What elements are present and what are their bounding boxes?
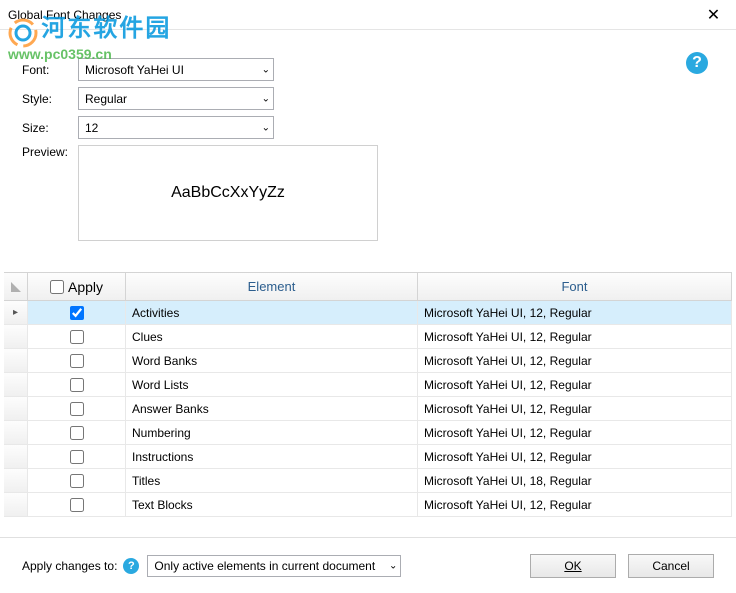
row-indicator	[4, 373, 28, 396]
ok-button[interactable]: OK	[530, 554, 616, 578]
grid-header: Apply Element Font	[4, 273, 732, 301]
form-area: Font: Microsoft YaHei UI ⌄ Style: Regula…	[0, 30, 736, 241]
table-row[interactable]: TitlesMicrosoft YaHei UI, 18, Regular	[4, 469, 732, 493]
table-row[interactable]: Answer BanksMicrosoft YaHei UI, 12, Regu…	[4, 397, 732, 421]
element-cell: Clues	[126, 325, 418, 348]
triangle-icon	[11, 282, 21, 292]
size-select[interactable]: 12	[78, 116, 274, 139]
font-cell: Microsoft YaHei UI, 12, Regular	[418, 421, 732, 444]
row-indicator	[4, 349, 28, 372]
table-row[interactable]: ActivitiesMicrosoft YaHei UI, 12, Regula…	[4, 301, 732, 325]
apply-cell	[28, 469, 126, 492]
preview-label: Preview:	[22, 145, 78, 241]
preview-box: AaBbCcXxYyZz	[78, 145, 378, 241]
apply-cell	[28, 493, 126, 516]
font-cell: Microsoft YaHei UI, 12, Regular	[418, 445, 732, 468]
element-cell: Answer Banks	[126, 397, 418, 420]
apply-checkbox[interactable]	[70, 426, 84, 440]
font-cell: Microsoft YaHei UI, 12, Regular	[418, 397, 732, 420]
help-icon[interactable]: ?	[686, 52, 708, 74]
element-cell: Activities	[126, 301, 418, 324]
titlebar: Global Font Changes ✕	[0, 0, 736, 30]
apply-column-header[interactable]: Apply	[28, 273, 126, 300]
apply-checkbox[interactable]	[70, 498, 84, 512]
apply-cell	[28, 349, 126, 372]
font-column-header[interactable]: Font	[418, 273, 732, 300]
window-title: Global Font Changes	[8, 8, 691, 22]
style-select[interactable]: Regular	[78, 87, 274, 110]
close-button[interactable]: ✕	[691, 0, 736, 30]
font-cell: Microsoft YaHei UI, 12, Regular	[418, 325, 732, 348]
apply-cell	[28, 397, 126, 420]
apply-checkbox[interactable]	[70, 474, 84, 488]
row-indicator	[4, 397, 28, 420]
table-row[interactable]: Word ListsMicrosoft YaHei UI, 12, Regula…	[4, 373, 732, 397]
element-cell: Instructions	[126, 445, 418, 468]
apply-cell	[28, 373, 126, 396]
apply-checkbox[interactable]	[70, 330, 84, 344]
apply-to-select[interactable]: Only active elements in current document	[147, 555, 401, 577]
apply-header-label: Apply	[68, 279, 103, 295]
element-cell: Titles	[126, 469, 418, 492]
table-row[interactable]: InstructionsMicrosoft YaHei UI, 12, Regu…	[4, 445, 732, 469]
apply-checkbox[interactable]	[70, 450, 84, 464]
footer-help-icon[interactable]: ?	[123, 558, 139, 574]
style-label: Style:	[22, 92, 78, 106]
row-indicator-header[interactable]	[4, 273, 28, 300]
apply-checkbox[interactable]	[70, 354, 84, 368]
table-row[interactable]: Word BanksMicrosoft YaHei UI, 12, Regula…	[4, 349, 732, 373]
apply-cell	[28, 445, 126, 468]
grid: Apply Element Font ActivitiesMicrosoft Y…	[4, 272, 732, 517]
row-indicator	[4, 469, 28, 492]
row-indicator	[4, 493, 28, 516]
row-indicator	[4, 301, 28, 324]
cancel-button[interactable]: Cancel	[628, 554, 714, 578]
element-cell: Text Blocks	[126, 493, 418, 516]
size-label: Size:	[22, 121, 78, 135]
apply-cell	[28, 325, 126, 348]
row-indicator	[4, 325, 28, 348]
element-cell: Word Banks	[126, 349, 418, 372]
row-indicator	[4, 445, 28, 468]
font-select[interactable]: Microsoft YaHei UI	[78, 58, 274, 81]
font-label: Font:	[22, 63, 78, 77]
apply-cell	[28, 421, 126, 444]
apply-checkbox[interactable]	[70, 402, 84, 416]
font-cell: Microsoft YaHei UI, 12, Regular	[418, 493, 732, 516]
font-cell: Microsoft YaHei UI, 12, Regular	[418, 349, 732, 372]
apply-cell	[28, 301, 126, 324]
apply-checkbox[interactable]	[70, 378, 84, 392]
apply-to-label: Apply changes to:	[22, 559, 117, 573]
font-cell: Microsoft YaHei UI, 12, Regular	[418, 301, 732, 324]
apply-all-checkbox[interactable]	[50, 280, 64, 294]
element-cell: Numbering	[126, 421, 418, 444]
table-row[interactable]: NumberingMicrosoft YaHei UI, 12, Regular	[4, 421, 732, 445]
apply-checkbox[interactable]	[70, 306, 84, 320]
footer: Apply changes to: ? Only active elements…	[0, 537, 736, 593]
grid-body[interactable]: ActivitiesMicrosoft YaHei UI, 12, Regula…	[4, 301, 732, 517]
font-cell: Microsoft YaHei UI, 12, Regular	[418, 373, 732, 396]
table-row[interactable]: CluesMicrosoft YaHei UI, 12, Regular	[4, 325, 732, 349]
table-row[interactable]: Text BlocksMicrosoft YaHei UI, 12, Regul…	[4, 493, 732, 517]
element-cell: Word Lists	[126, 373, 418, 396]
row-indicator	[4, 421, 28, 444]
font-cell: Microsoft YaHei UI, 18, Regular	[418, 469, 732, 492]
element-column-header[interactable]: Element	[126, 273, 418, 300]
